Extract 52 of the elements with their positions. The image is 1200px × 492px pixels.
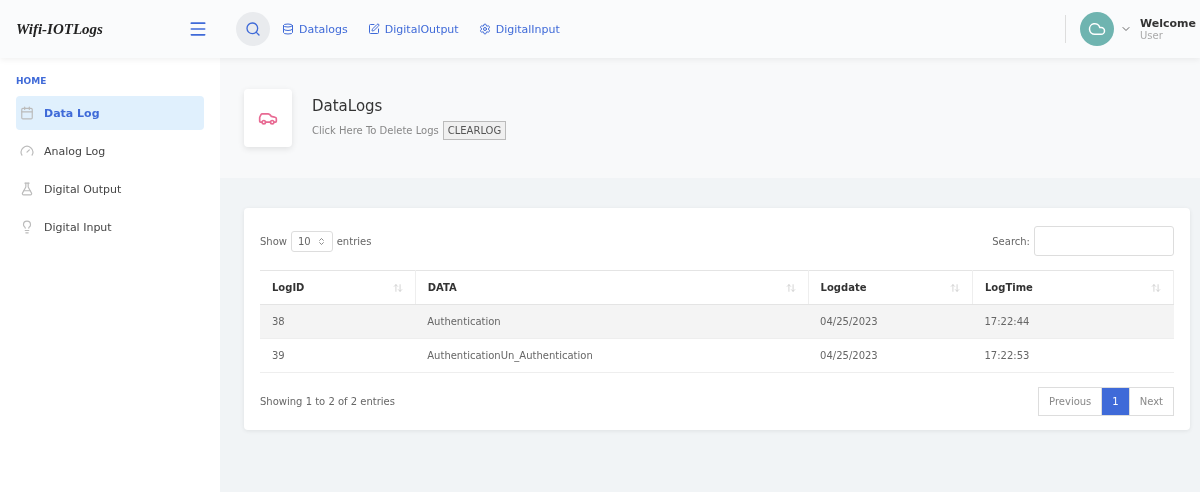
table-cell: 04/25/2023 [808,304,973,339]
entries-info: Showing 1 to 2 of 2 entries [260,396,395,407]
column-header[interactable]: LogID [260,270,416,305]
user-avatar[interactable] [1080,12,1114,46]
database-icon [282,23,294,35]
sort-icon [1151,282,1161,293]
entries-select[interactable]: 10 [291,230,333,252]
sidebar-heading: HOME [16,76,48,86]
car-icon [244,89,292,147]
sort-icon [950,282,960,293]
pagination-button[interactable]: 1 [1101,387,1130,416]
page-subtitle: Click Here To Delete Logs [312,124,439,136]
nav-link[interactable]: Datalogs [282,22,348,36]
sidebar-item[interactable]: Digital Input [16,210,204,244]
table-cell: 04/25/2023 [808,338,973,373]
sidebar-item[interactable]: Digital Output [16,172,204,206]
clearlog-button[interactable]: CLEARLOG [442,120,507,140]
page-title: DataLogs [312,96,384,115]
show-label: Show [260,235,287,247]
nav-link[interactable]: DigitalInput [478,22,560,36]
updown-icon [316,236,326,246]
search-button[interactable] [236,12,270,46]
flask-icon [20,182,34,196]
entries-label: entries [336,235,372,247]
edit-icon [367,23,380,35]
column-header[interactable]: Logdate [808,270,973,305]
calendar-icon [20,106,34,120]
gauge-icon [20,144,34,158]
sort-icon [785,282,796,293]
bulb-icon [20,220,34,234]
brand-logo: Wifi-IOTLogs [16,20,103,38]
sidebar-item[interactable]: Data Log [16,96,204,130]
table-cell: 17:22:44 [972,304,1174,339]
search-label: Search: [992,235,1030,247]
menu-icon[interactable] [188,19,208,39]
nav-link[interactable]: DigitalOutput [367,22,459,36]
column-header[interactable]: DATA [415,270,809,305]
table-cell: 38 [260,304,416,339]
pagination-button[interactable]: Next [1128,387,1174,416]
sort-icon [392,282,403,293]
search-icon [245,21,261,37]
table-cell: AuthenticationUn_Authentication [415,338,809,373]
gear-icon [478,23,491,35]
sidebar-item[interactable]: Analog Log [16,134,204,168]
table-cell: 17:22:53 [972,338,1174,373]
table-cell: 39 [260,338,416,373]
table-cell: Authentication [415,304,809,339]
pagination-button[interactable]: Previous [1038,387,1103,416]
welcome-text: Welcome [1140,17,1196,30]
search-field[interactable] [1034,226,1174,256]
column-header[interactable]: LogTime [972,270,1174,305]
user-name: User [1140,30,1164,41]
